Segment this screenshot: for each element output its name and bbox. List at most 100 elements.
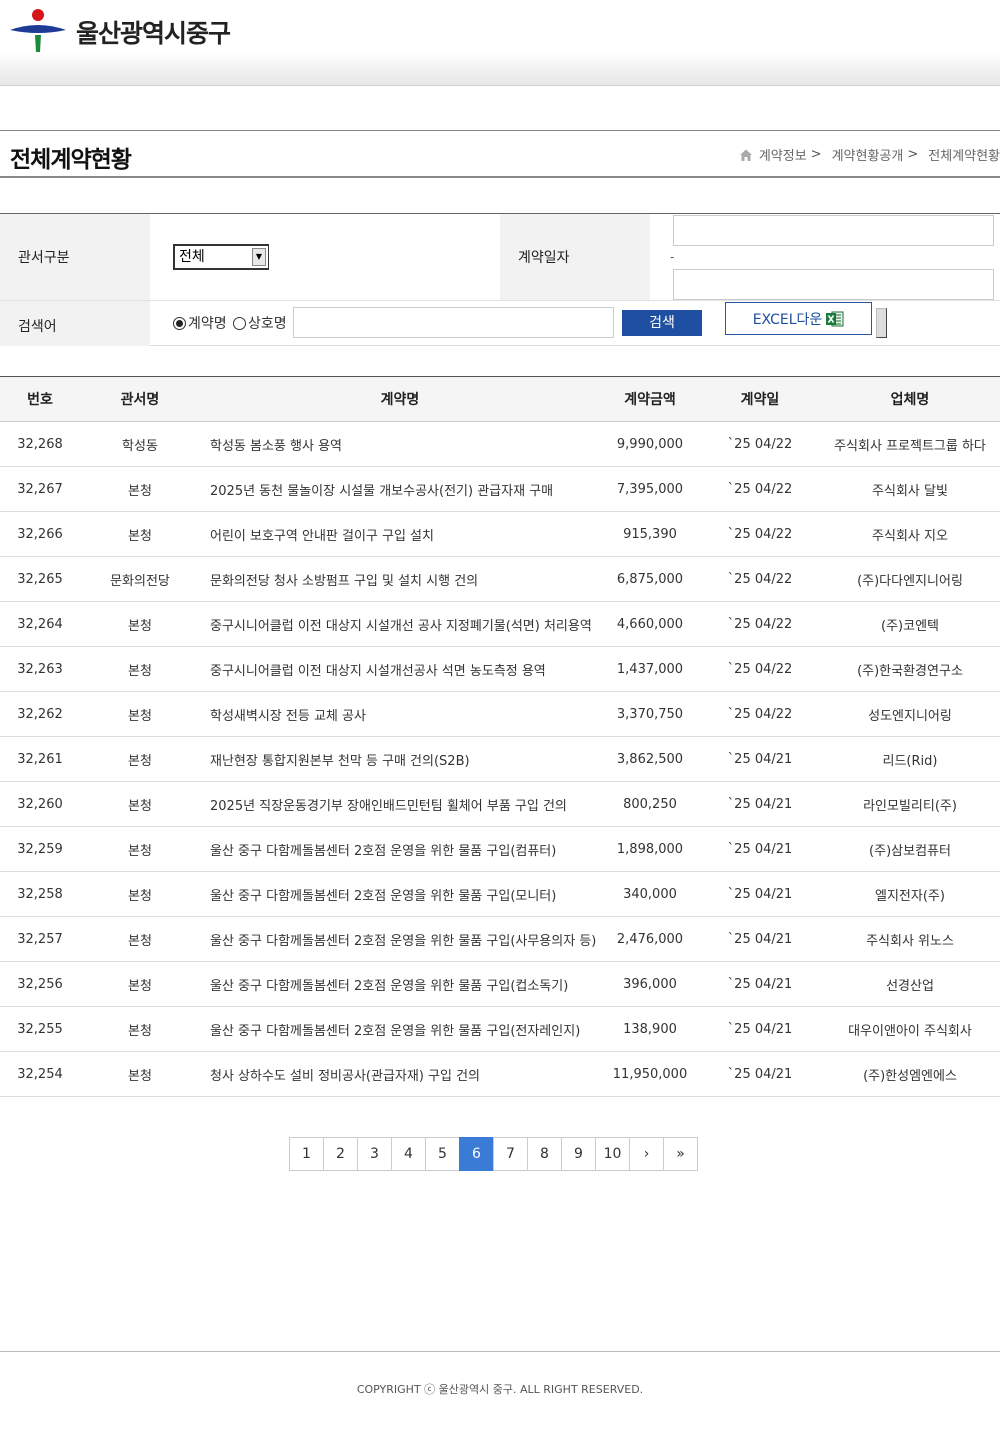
date-separator: -: [670, 250, 675, 264]
ulsan-junggu-logo[interactable]: [8, 8, 68, 54]
cell-contract-name[interactable]: 중구시니어클럽 이전 대상지 시설개선공사 석면 농도측정 용역: [200, 646, 600, 692]
table-row[interactable]: 32,266 본청 어린이 보호구역 안내판 걸이구 구입 설치 915,390 `25…: [0, 511, 1000, 557]
breadcrumb-item[interactable]: 계약정보: [759, 145, 807, 164]
table-row[interactable]: 32,257 본청 울산 중구 다함께돌봄센터 2호점 운영을 위한 물품 구입(사…: [0, 916, 1000, 962]
date-start-input[interactable]: [673, 215, 994, 246]
radio-button-checked[interactable]: [173, 316, 186, 330]
cell-department: 본청: [80, 1006, 200, 1052]
cell-number: 32,254: [0, 1051, 80, 1097]
cell-company: 성도엔지니어링: [820, 691, 1000, 737]
cell-contract-name[interactable]: 울산 중구 다함께돌봄센터 2호점 운영을 위한 물품 구입(컵소독기): [200, 961, 600, 1007]
page-link-8[interactable]: 8: [527, 1137, 562, 1171]
excel-download-button[interactable]: EXCEL다운: [725, 302, 872, 335]
cell-contract-name[interactable]: 어린이 보호구역 안내판 걸이구 구입 설치: [200, 511, 600, 557]
date-end-input[interactable]: [673, 269, 994, 300]
cell-contract-name[interactable]: 문화의전당 청사 소방펌프 구입 및 설치 시행 건의: [200, 556, 600, 602]
search-button[interactable]: 검색: [622, 310, 702, 336]
cell-contract-name[interactable]: 학성동 봄소풍 행사 용역: [200, 421, 600, 467]
chevron-down-icon[interactable]: ▼: [252, 248, 266, 266]
table-row[interactable]: 32,255 본청 울산 중구 다함께돌봄센터 2호점 운영을 위한 물품 구입(전…: [0, 1006, 1000, 1052]
excel-download-label: EXCEL다운: [752, 311, 823, 328]
cell-company: (주)다다엔지니어링: [820, 556, 1000, 602]
cell-contract-name[interactable]: 울산 중구 다함께돌봄센터 2호점 운영을 위한 물품 구입(모니터): [200, 871, 600, 917]
cell-amount: 6,875,000: [600, 556, 700, 602]
cell-company: 선경산업: [820, 961, 1000, 1007]
table-row[interactable]: 32,263 본청 중구시니어클럽 이전 대상지 시설개선공사 석면 농도측정 용역…: [0, 646, 1000, 692]
cell-number: 32,262: [0, 691, 80, 737]
table-row[interactable]: 32,256 본청 울산 중구 다함께돌봄센터 2호점 운영을 위한 물품 구입(컵…: [0, 961, 1000, 1007]
cell-contract-name[interactable]: 청사 상하수도 설비 정비공사(관급자재) 구입 건의: [200, 1051, 600, 1097]
cell-contract-name[interactable]: 학성새벽시장 전등 교체 공사: [200, 691, 600, 737]
cell-department: 본청: [80, 781, 200, 827]
breadcrumb-item[interactable]: 계약현황공개: [832, 145, 904, 164]
site-logo-text[interactable]: 울산광역시중구: [76, 14, 231, 50]
cell-department: 본청: [80, 601, 200, 647]
table-row[interactable]: 32,254 본청 청사 상하수도 설비 정비공사(관급자재) 구입 건의 11,95…: [0, 1051, 1000, 1097]
side-scroll-button[interactable]: [876, 308, 887, 338]
page-link-10[interactable]: 10: [595, 1137, 630, 1171]
cell-department: 본청: [80, 511, 200, 557]
table-body: 32,268 학성동 학성동 봄소풍 행사 용역 9,990,000 `25 04/22…: [0, 421, 1000, 1097]
cell-contract-name[interactable]: 2025년 동천 물놀이장 시설물 개보수공사(전기) 관급자재 구매: [200, 466, 600, 512]
cell-amount: 396,000: [600, 961, 700, 1007]
table-row[interactable]: 32,262 본청 학성새벽시장 전등 교체 공사 3,370,750 `25 04/2…: [0, 691, 1000, 737]
cell-department: 문화의전당: [80, 556, 200, 602]
col-header-company: 업체명: [820, 376, 1000, 422]
cell-contract-name[interactable]: 중구시니어클럽 이전 대상지 시설개선 공사 지정폐기물(석면) 처리용역: [200, 601, 600, 647]
radio-button[interactable]: [233, 316, 246, 330]
cell-department: 학성동: [80, 421, 200, 467]
radio-contract-name[interactable]: 계약명: [173, 313, 227, 333]
cell-contract-name[interactable]: 2025년 직장운동경기부 장애인배드민턴팀 휠체어 부품 구입 건의: [200, 781, 600, 827]
search-row-2: 검색어 계약명 상호명 검색 EXCEL다운: [0, 301, 1000, 346]
cell-number: 32,266: [0, 511, 80, 557]
cell-company: (주)삼보컴퓨터: [820, 826, 1000, 872]
pagination: 1 2 3 4 5 6 7 8 9 10 ›»: [289, 1137, 698, 1171]
radio-contract-label: 계약명: [188, 316, 227, 332]
cell-company: (주)한국환경연구소: [820, 646, 1000, 692]
page-link-9[interactable]: 9: [561, 1137, 596, 1171]
keyword-input[interactable]: [293, 307, 614, 338]
cell-department: 본청: [80, 871, 200, 917]
cell-contract-name[interactable]: 울산 중구 다함께돌봄센터 2호점 운영을 위한 물품 구입(사무용의자 등): [200, 916, 600, 962]
cell-company: (주)한성엠엔에스: [820, 1051, 1000, 1097]
table-row[interactable]: 32,265 문화의전당 문화의전당 청사 소방펌프 구입 및 설치 시행 건의 6,…: [0, 556, 1000, 602]
table-row[interactable]: 32,264 본청 중구시니어클럽 이전 대상지 시설개선 공사 지정폐기물(석면)…: [0, 601, 1000, 647]
cell-contract-name[interactable]: 울산 중구 다함께돌봄센터 2호점 운영을 위한 물품 구입(전자레인지): [200, 1006, 600, 1052]
site-header: 울산광역시중구: [0, 0, 1000, 86]
cell-contract-name[interactable]: 울산 중구 다함께돌봄센터 2호점 운영을 위한 물품 구입(컴퓨터): [200, 826, 600, 872]
page-link-2[interactable]: 2: [323, 1137, 358, 1171]
cell-number: 32,261: [0, 736, 80, 782]
site-footer: COPYRIGHT ⓒ 울산광역시 중구. ALL RIGHT RESERVED…: [0, 1351, 1000, 1452]
date-label: 계약일자: [500, 214, 650, 300]
cell-date: `25 04/22: [700, 421, 820, 467]
cell-number: 32,263: [0, 646, 80, 692]
page-link-5[interactable]: 5: [425, 1137, 460, 1171]
page-link-3[interactable]: 3: [357, 1137, 392, 1171]
table-row[interactable]: 32,260 본청 2025년 직장운동경기부 장애인배드민턴팀 휠체어 부품 구입…: [0, 781, 1000, 827]
radio-company-name[interactable]: 상호명: [233, 313, 287, 333]
page-title: 전체계약현황: [10, 147, 132, 173]
page-link-1[interactable]: 1: [289, 1137, 324, 1171]
col-header-contract-name: 계약명: [200, 376, 600, 422]
home-icon[interactable]: [739, 148, 753, 162]
page-link-4[interactable]: 4: [391, 1137, 426, 1171]
cell-company: 주식회사 프로젝트그룹 하다: [820, 421, 1000, 467]
table-row[interactable]: 32,258 본청 울산 중구 다함께돌봄센터 2호점 운영을 위한 물품 구입(모…: [0, 871, 1000, 917]
page-last-button[interactable]: »: [663, 1137, 698, 1171]
cell-department: 본청: [80, 736, 200, 782]
table-row[interactable]: 32,259 본청 울산 중구 다함께돌봄센터 2호점 운영을 위한 물품 구입(컴…: [0, 826, 1000, 872]
breadcrumb: 계약정보 > 계약현황공개 > 전체계약현황: [739, 145, 1000, 164]
cell-amount: 3,370,750: [600, 691, 700, 737]
col-header-date: 계약일: [700, 376, 820, 422]
page-next-button[interactable]: ›: [629, 1137, 664, 1171]
page-link-6[interactable]: 6: [459, 1137, 494, 1171]
breadcrumb-item-current[interactable]: 전체계약현황: [928, 145, 1000, 164]
table-row[interactable]: 32,261 본청 재난현장 통합지원본부 천막 등 구매 건의(S2B) 3,862…: [0, 736, 1000, 782]
cell-contract-name[interactable]: 재난현장 통합지원본부 천막 등 구매 건의(S2B): [200, 736, 600, 782]
cell-amount: 7,395,000: [600, 466, 700, 512]
table-row[interactable]: 32,268 학성동 학성동 봄소풍 행사 용역 9,990,000 `25 04/22…: [0, 421, 1000, 467]
table-row[interactable]: 32,267 본청 2025년 동천 물놀이장 시설물 개보수공사(전기) 관급자재…: [0, 466, 1000, 512]
page-link-7[interactable]: 7: [493, 1137, 528, 1171]
dept-select[interactable]: 전체 ▼: [173, 244, 269, 270]
cell-amount: 2,476,000: [600, 916, 700, 962]
